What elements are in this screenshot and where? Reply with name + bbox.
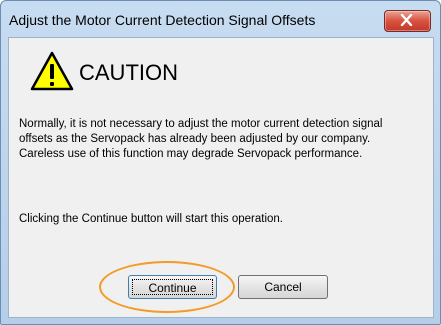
warning-triangle-icon: [30, 51, 74, 91]
title-bar[interactable]: Adjust the Motor Current Detection Signa…: [1, 1, 440, 37]
window-title: Adjust the Motor Current Detection Signa…: [9, 12, 316, 28]
continue-note: Clicking the Continue button will start …: [19, 213, 284, 225]
continue-button[interactable]: Continue: [128, 275, 217, 299]
close-icon: [400, 14, 413, 26]
continue-button-label: Continue: [132, 279, 213, 295]
dialog-window: Adjust the Motor Current Detection Signa…: [0, 0, 441, 325]
cancel-button[interactable]: Cancel: [238, 275, 328, 299]
caution-label: CAUTION: [79, 60, 178, 85]
message-line: Careless use of this function may degrad…: [19, 148, 363, 160]
warning-message: Normally, it is not necessary to adjust …: [19, 117, 429, 162]
dialog-client-area: CAUTION Normally, it is not necessary to…: [8, 37, 434, 318]
message-line: Normally, it is not necessary to adjust …: [19, 118, 383, 130]
close-button[interactable]: [384, 10, 431, 32]
message-line: offsets as the Servopack has already bee…: [19, 133, 371, 145]
